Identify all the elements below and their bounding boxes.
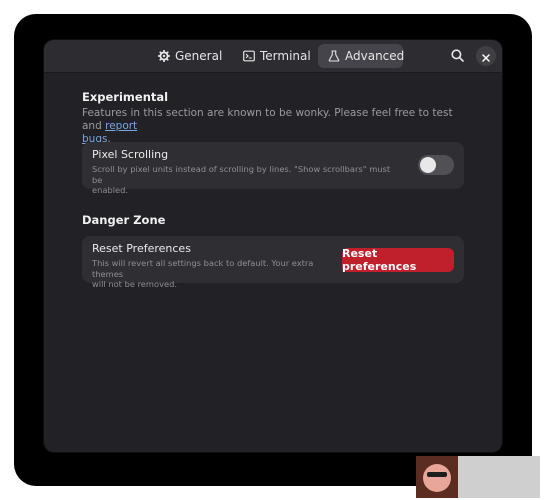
search-button[interactable] [447, 46, 467, 66]
flask-icon [328, 50, 340, 62]
tab-general[interactable]: General [148, 44, 232, 68]
tab-general-label: General [175, 49, 223, 63]
preferences-window: General Terminal Advanced Experimental F… [44, 40, 502, 452]
reset-preferences-button[interactable]: Reset preferences [342, 247, 454, 273]
webcam-overlay [416, 456, 540, 498]
experimental-section-title: Experimental [82, 90, 169, 104]
tab-terminal[interactable]: Terminal [233, 44, 321, 68]
pixel-scrolling-row: Pixel Scrolling Scroll by pixel units in… [82, 142, 464, 195]
report-bugs-link-part1[interactable]: report [105, 120, 137, 132]
reset-preferences-subtitle-line1: This will revert all settings back to de… [92, 258, 314, 279]
pixel-scrolling-title: Pixel Scrolling [92, 148, 169, 161]
pixel-scrolling-subtitle-line1: Scroll by pixel units instead of scrolli… [92, 164, 391, 185]
experimental-description: Features in this section are known to be… [82, 107, 464, 146]
terminal-icon [243, 50, 255, 62]
switch-knob [420, 157, 436, 173]
close-button[interactable] [476, 46, 496, 66]
reset-preferences-subtitle: This will revert all settings back to de… [92, 258, 342, 290]
face-picture [423, 464, 451, 492]
danger-zone-section-title: Danger Zone [82, 213, 166, 227]
reset-preferences-row: Reset Preferences This will revert all s… [82, 236, 464, 289]
pixel-scrolling-subtitle-line2: enabled. [92, 185, 129, 195]
tab-terminal-label: Terminal [260, 49, 311, 63]
tab-advanced[interactable]: Advanced [318, 44, 405, 68]
pixel-scrolling-subtitle: Scroll by pixel units instead of scrolli… [92, 164, 402, 196]
reset-preferences-title: Reset Preferences [92, 242, 191, 255]
tab-advanced-label: Advanced [345, 49, 405, 63]
pixel-scrolling-switch[interactable] [418, 155, 454, 175]
search-icon [450, 47, 464, 66]
close-icon [482, 47, 490, 66]
gear-icon [158, 50, 170, 62]
webcam-thumbnail [416, 456, 458, 498]
experimental-description-text: Features in this section are known to be… [82, 107, 453, 132]
sunglasses-picture [427, 472, 447, 477]
reset-preferences-subtitle-line2: will not be removed. [92, 279, 177, 289]
header-bar: General Terminal Advanced [44, 40, 502, 73]
